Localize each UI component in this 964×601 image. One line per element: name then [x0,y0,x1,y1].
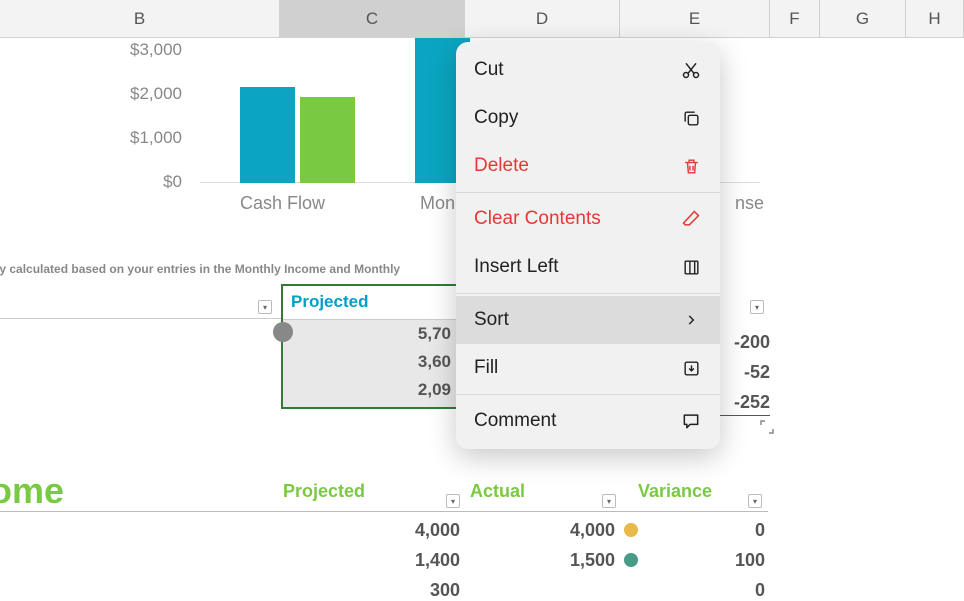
table-cell[interactable]: 3,60 [283,348,461,376]
col-header-b[interactable]: B [0,0,280,37]
column-headers-row: B C D E F G H [0,0,964,38]
table-cell[interactable]: 100 [680,550,765,571]
y-tick: $1,000 [130,128,182,148]
table-header-projected: Projected [283,481,365,502]
filter-dropdown[interactable]: ▾ [602,494,616,508]
menu-label: Insert Left [474,256,559,278]
menu-label: Delete [474,155,529,177]
menu-separator [456,293,720,294]
filter-dropdown[interactable]: ▾ [446,494,460,508]
eraser-icon [680,208,702,230]
y-tick: $3,000 [130,40,182,60]
section-title: ome [0,470,64,512]
chevron-right-icon [680,309,702,331]
table-header-actual: Actual [470,481,525,502]
menu-item-sort[interactable]: Sort [456,296,720,344]
table-cell[interactable]: 0 [680,580,765,601]
table-cell[interactable]: 1,400 [360,550,460,571]
table-cell[interactable]: 4,000 [515,520,615,541]
selected-header: Projected [283,286,461,320]
x-label: Cash Flow [240,193,325,214]
table-cell[interactable]: 300 [360,580,460,601]
cut-icon [680,59,702,81]
table-header-variance: Variance [638,481,712,502]
status-dot [624,523,638,537]
menu-separator [456,394,720,395]
menu-item-comment[interactable]: Comment [456,397,720,445]
menu-label: Fill [474,357,498,379]
trash-icon [680,155,702,177]
insert-column-icon [680,256,702,278]
y-tick: $0 [163,172,182,192]
col-header-c[interactable]: C [280,0,465,37]
fill-down-icon [680,357,702,379]
expand-icon[interactable] [760,420,774,434]
table-cell[interactable]: 1,500 [515,550,615,571]
selected-range[interactable]: Projected 5,70 3,60 2,09 [281,284,463,409]
selection-handle[interactable] [273,322,293,342]
table-cell[interactable]: 4,000 [360,520,460,541]
filter-dropdown[interactable]: ▾ [748,494,762,508]
comment-icon [680,410,702,432]
menu-label: Comment [474,410,556,432]
menu-item-delete[interactable]: Delete [456,142,720,190]
menu-separator [456,192,720,193]
menu-item-copy[interactable]: Copy [456,94,720,142]
col-header-h[interactable]: H [906,0,964,37]
menu-label: Cut [474,59,504,81]
context-menu: Cut Copy Delete Clear Contents Insert Le… [456,42,720,449]
col-header-g[interactable]: G [820,0,906,37]
x-label: Mon [420,193,455,214]
table-cell[interactable]: 2,09 [283,376,461,404]
note-text: tically calculated based on your entries… [0,262,400,276]
filter-dropdown[interactable]: ▾ [258,300,272,314]
col-header-f[interactable]: F [770,0,820,37]
x-label: nse [735,193,764,214]
menu-item-fill[interactable]: Fill [456,344,720,392]
menu-item-clear-contents[interactable]: Clear Contents [456,195,720,243]
chart-y-axis: $3,000 $2,000 $1,000 $0 [120,38,190,188]
menu-item-insert-left[interactable]: Insert Left [456,243,720,291]
col-header-e[interactable]: E [620,0,770,37]
menu-label: Sort [474,309,509,331]
bar-cashflow-projected [240,87,295,183]
menu-label: Clear Contents [474,208,601,230]
bar-cashflow-actual [300,97,355,183]
copy-icon [680,107,702,129]
table-cell[interactable]: 5,70 [283,320,461,348]
y-tick: $2,000 [130,84,182,104]
status-dot [624,553,638,567]
menu-item-cut[interactable]: Cut [456,46,720,94]
col-header-d[interactable]: D [465,0,620,37]
filter-dropdown[interactable]: ▾ [750,300,764,314]
menu-label: Copy [474,107,518,129]
table-cell[interactable]: 0 [680,520,765,541]
